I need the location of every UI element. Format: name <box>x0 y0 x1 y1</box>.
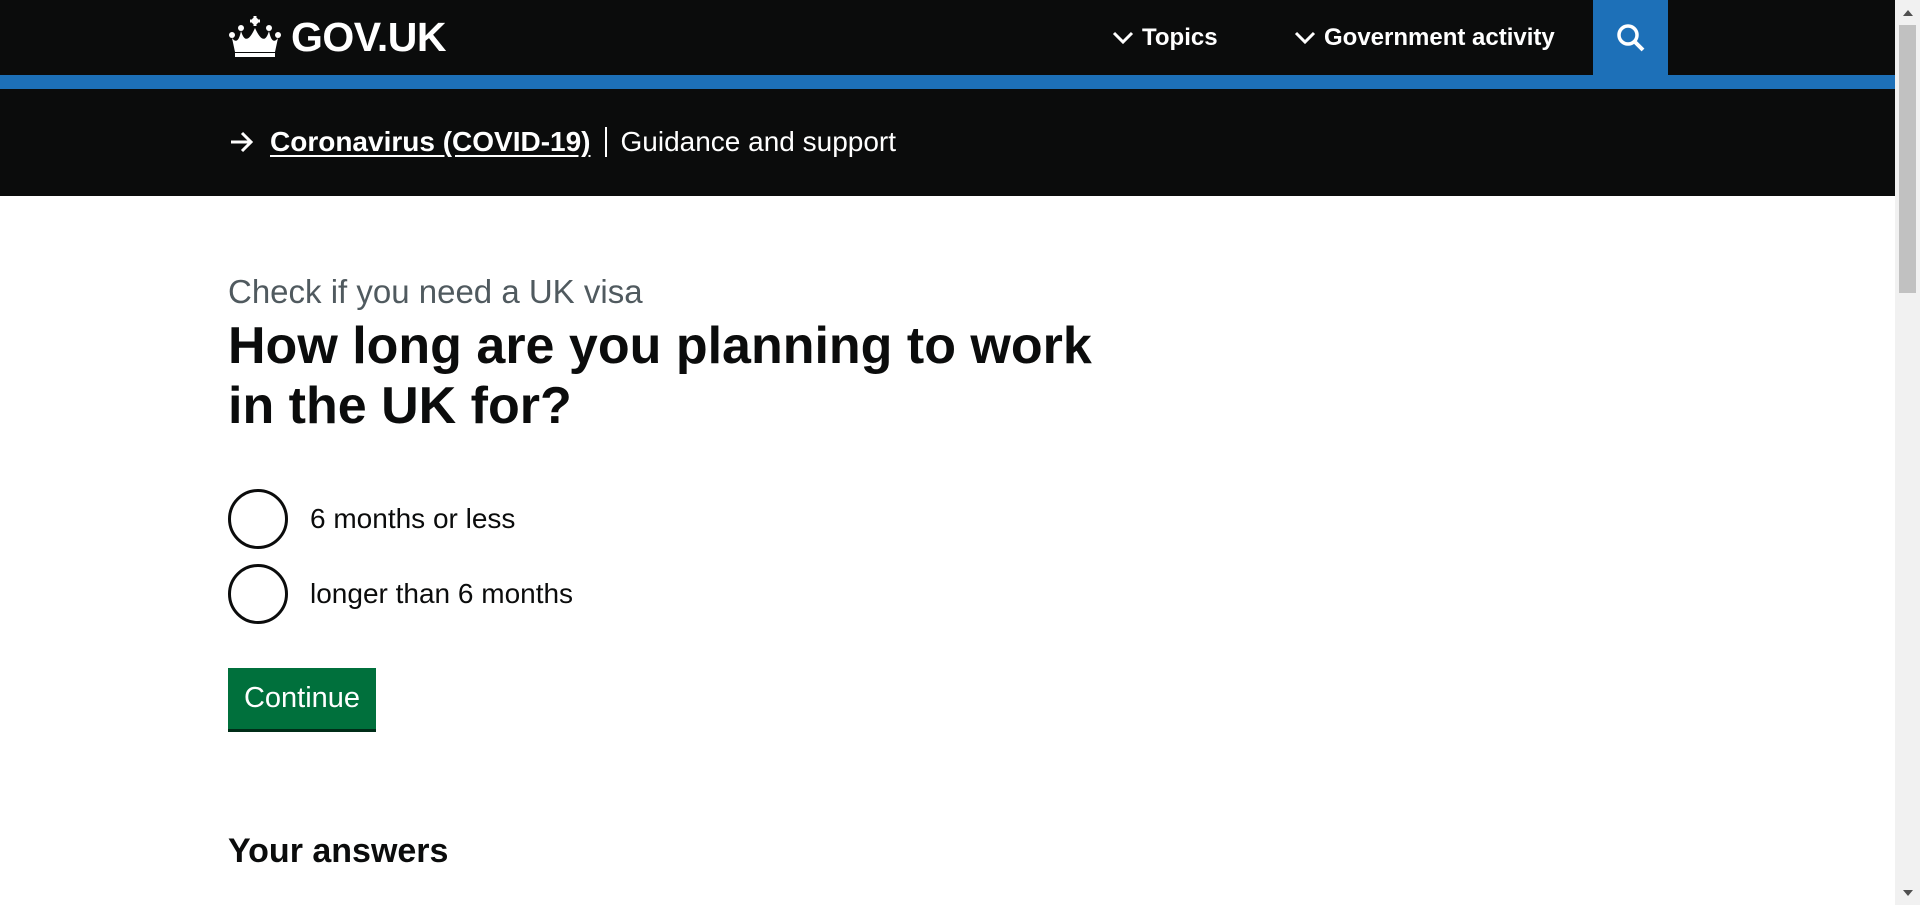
banner-text: Guidance and support <box>620 126 897 157</box>
scrollbar-thumb[interactable] <box>1899 25 1916 293</box>
continue-button[interactable]: Continue <box>228 668 376 729</box>
scroll-down-arrow-icon[interactable] <box>1895 880 1920 905</box>
nav-government-activity-label: Government activity <box>1324 23 1555 51</box>
radio-label[interactable]: 6 months or less <box>310 503 515 535</box>
crown-icon <box>229 16 281 57</box>
header-blue-bar <box>0 75 1895 89</box>
scroll-up-arrow-icon[interactable] <box>1895 0 1920 25</box>
banner-divider <box>604 127 607 157</box>
page-caption: Check if you need a UK visa <box>228 273 643 310</box>
search-button[interactable] <box>1593 0 1668 75</box>
arrow-right-icon <box>231 131 254 153</box>
nav-topics-label: Topics <box>1142 23 1218 51</box>
chevron-down-icon <box>1112 31 1134 44</box>
your-answers-heading: Your answers <box>228 832 449 870</box>
logo-text: GOV.UK <box>291 13 446 60</box>
radio-button[interactable] <box>228 564 288 624</box>
chevron-down-icon <box>1294 31 1316 44</box>
banner-content: Coronavirus (COVID-19) Guidance and supp… <box>230 122 896 162</box>
covid-banner: Coronavirus (COVID-19) Guidance and supp… <box>0 89 1895 196</box>
nav-topics[interactable]: Topics <box>1112 0 1218 75</box>
search-icon <box>1616 23 1644 51</box>
radio-button[interactable] <box>228 489 288 549</box>
govuk-logo-link[interactable]: GOV.UK <box>228 14 446 60</box>
covid-link[interactable]: Coronavirus (COVID-19) <box>270 126 591 158</box>
page-title: How long are you planning to work in the… <box>228 317 1092 435</box>
radio-label[interactable]: longer than 6 months <box>310 578 573 610</box>
site-header: GOV.UK Topics Government activity <box>0 0 1895 75</box>
nav-government-activity[interactable]: Government activity <box>1294 0 1555 75</box>
radio-option-6-months-or-less[interactable]: 6 months or less <box>228 488 515 550</box>
radio-option-longer-than-6-months[interactable]: longer than 6 months <box>228 563 573 625</box>
page: GOV.UK Topics Government activity Corona… <box>0 0 1895 905</box>
vertical-scrollbar[interactable] <box>1895 0 1920 905</box>
